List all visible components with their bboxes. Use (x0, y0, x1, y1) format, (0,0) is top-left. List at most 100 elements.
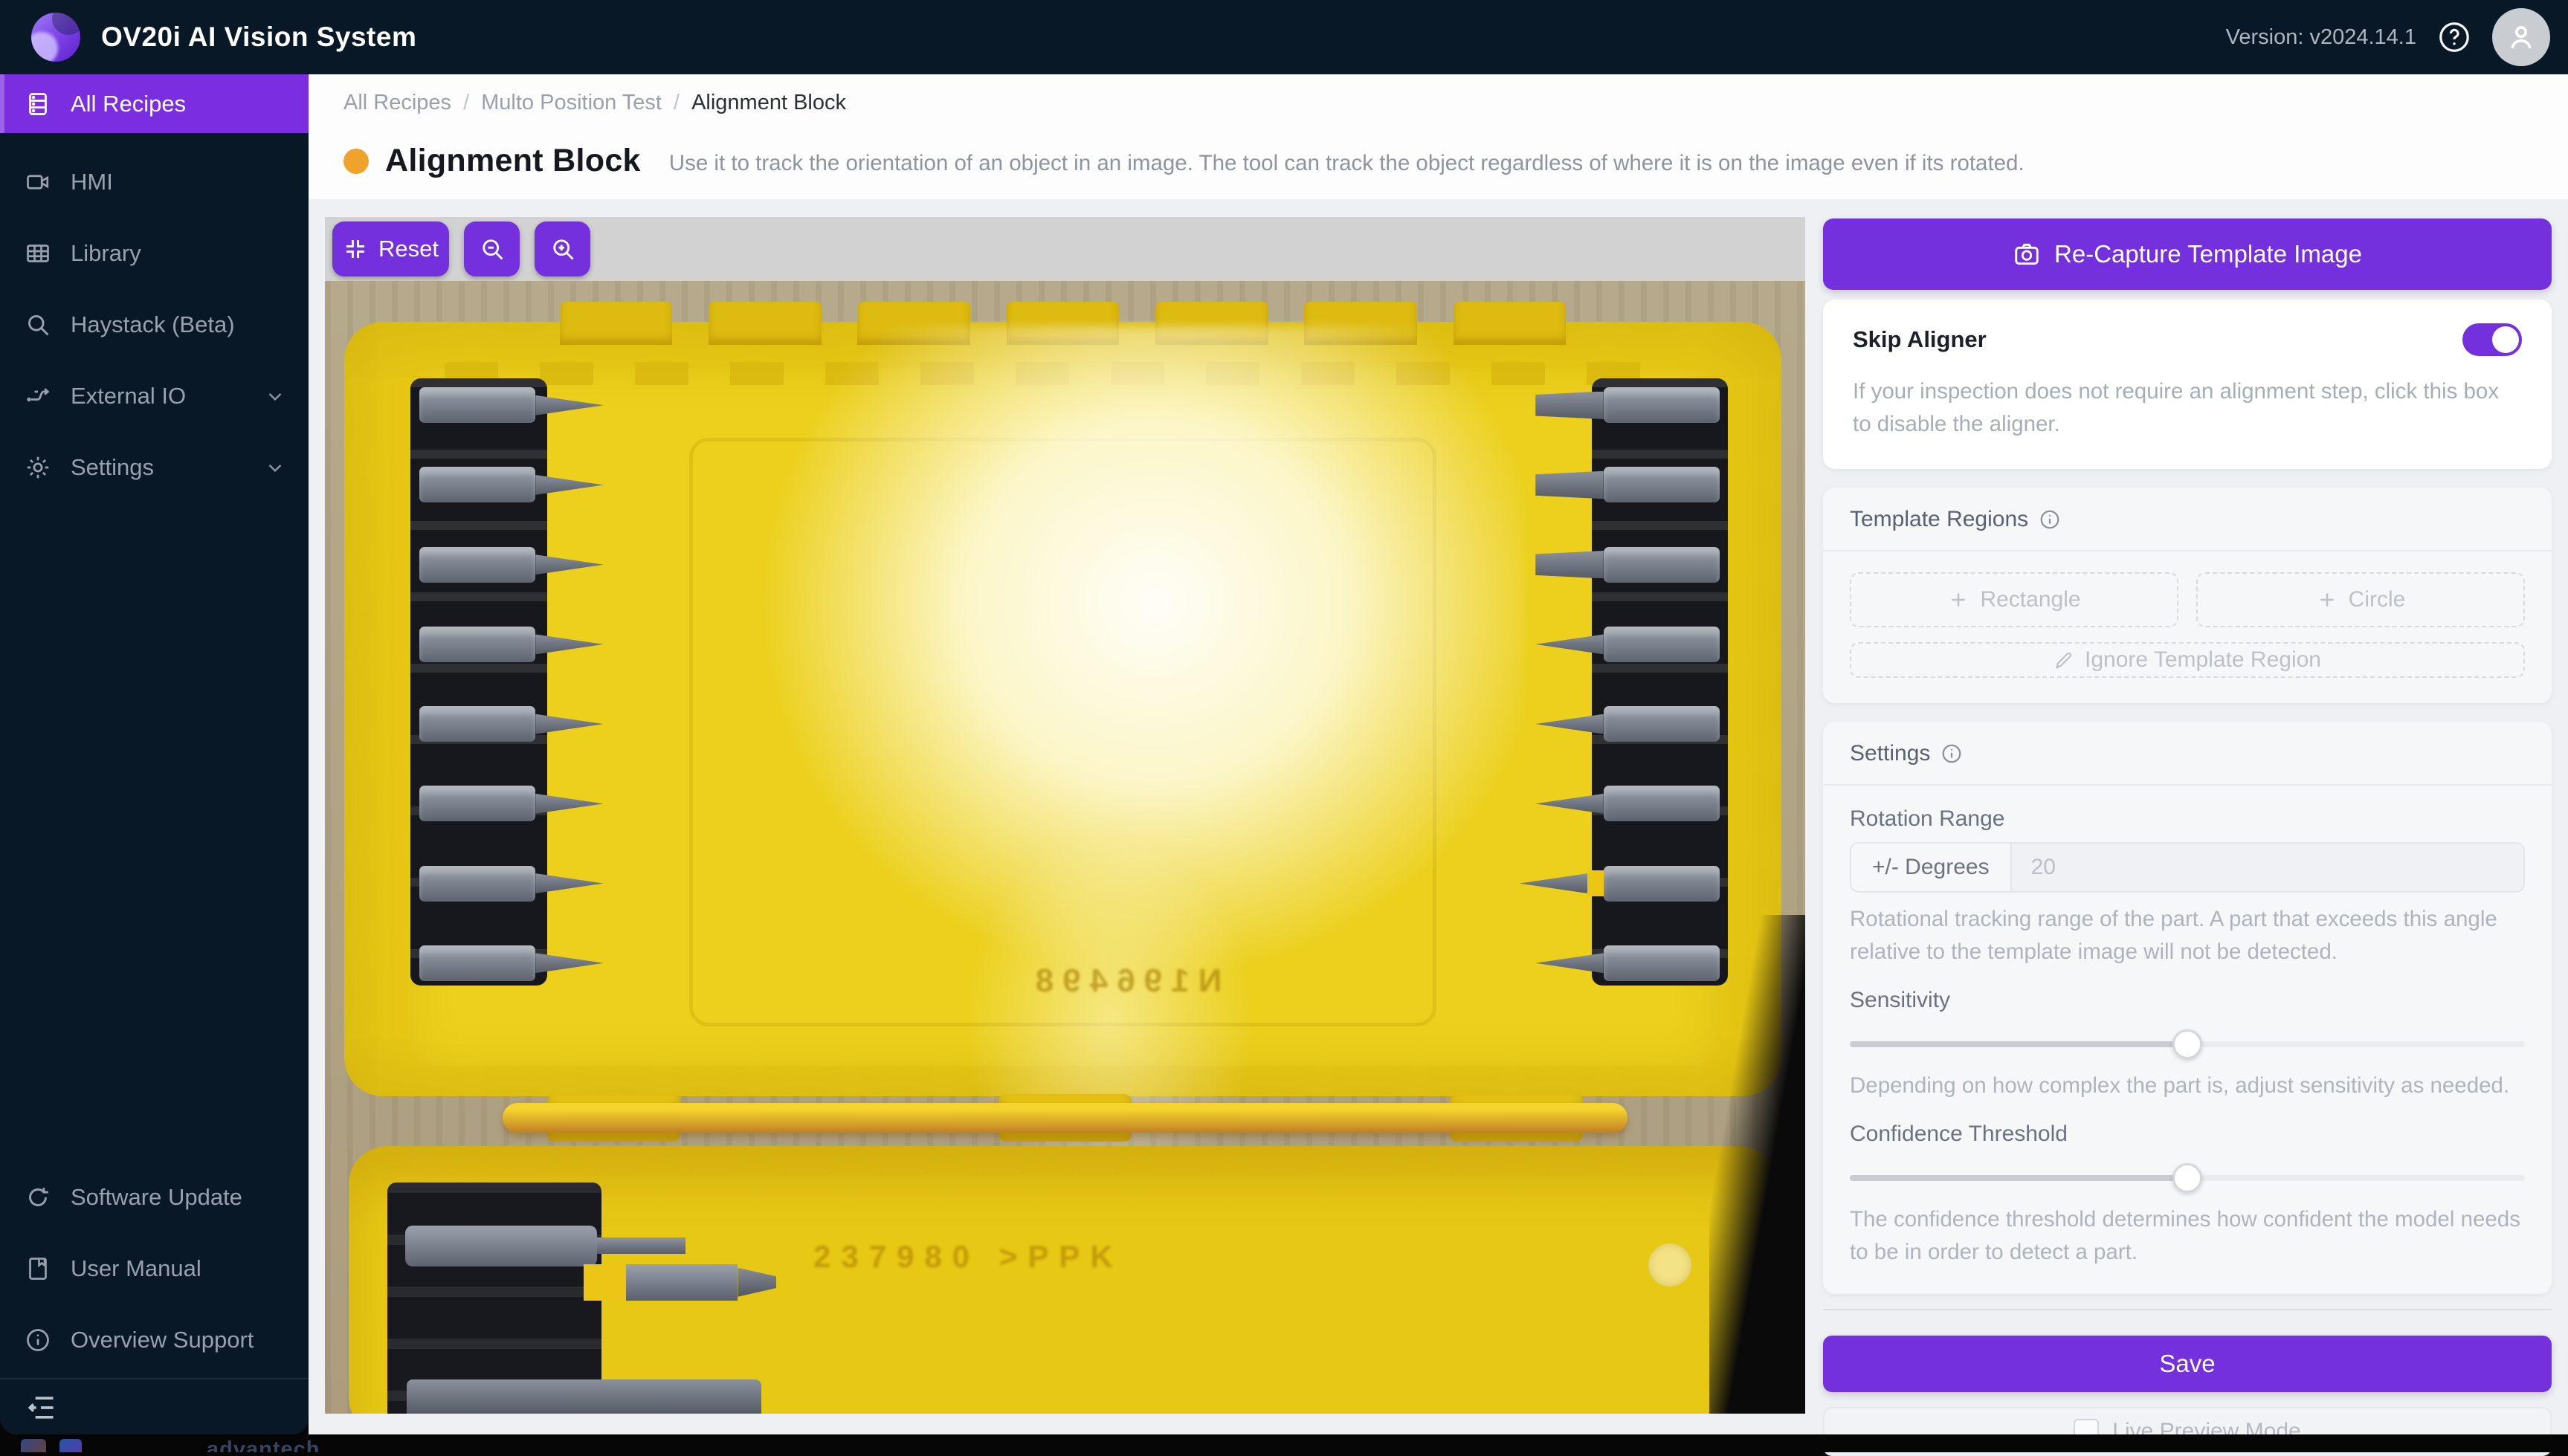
recapture-template-button[interactable]: Re-Capture Template Image (1823, 219, 2552, 290)
advantech-logo-text: advantech (207, 1437, 320, 1452)
avatar[interactable] (2492, 8, 2550, 66)
save-button[interactable]: Save (1823, 1336, 2552, 1392)
sidebar-item-all-recipes[interactable]: All Recipes (0, 74, 309, 133)
socket-adapter-bit (405, 1226, 598, 1266)
drill-bit (419, 547, 619, 583)
pen-icon (2054, 650, 2074, 670)
skip-aligner-toggle[interactable] (2462, 323, 2522, 356)
ignore-template-region-button[interactable]: Ignore Template Region (1850, 642, 2525, 678)
hmi-camera-icon (25, 169, 51, 195)
drill-bit (1520, 387, 1720, 423)
sidebar-item-hmi[interactable]: HMI (0, 146, 309, 218)
sidebar-item-label: User Manual (71, 1255, 201, 1282)
partner-logo-icon (59, 1439, 82, 1453)
help-icon[interactable] (2437, 20, 2471, 54)
drill-bit (419, 786, 619, 821)
drill-bit (1520, 786, 1720, 821)
version-label: Version: v2024.14.1 (2226, 25, 2416, 50)
viewer-toolbar: Reset (325, 217, 1805, 281)
confidence-threshold-label: Confidence Threshold (1850, 1122, 2525, 1147)
chevron-down-icon (264, 456, 286, 479)
drill-bit (1520, 467, 1720, 502)
refresh-icon (25, 1184, 51, 1211)
drill-bit (419, 706, 619, 742)
drill-bit (419, 387, 619, 423)
sidebar-item-haystack[interactable]: Haystack (Beta) (0, 289, 309, 360)
sidebar-item-user-manual[interactable]: User Manual (0, 1233, 309, 1304)
embossed-part-number: N196498 (813, 962, 1435, 1000)
library-grid-icon (25, 240, 51, 267)
sidebar-item-label: Overview Support (71, 1327, 254, 1353)
sidebar-item-label: Library (71, 240, 141, 267)
viewport-bottom-strip: advantech (0, 1434, 2568, 1452)
camera-icon (2013, 240, 2041, 268)
sidebar-item-label: Settings (71, 454, 154, 481)
skip-aligner-label: Skip Aligner (1853, 326, 1987, 353)
drill-bit (1520, 627, 1720, 662)
drill-bit (1520, 945, 1720, 981)
main-content: All Recipes / Multo Position Test / Alig… (309, 74, 2568, 1434)
skip-aligner-description: If your inspection does not require an a… (1853, 375, 2522, 441)
breadcrumb-all-recipes[interactable]: All Recipes (343, 91, 451, 115)
partner-logo-icon (21, 1439, 46, 1453)
recipes-icon (25, 91, 51, 117)
zoom-out-icon (479, 236, 506, 262)
sidebar-item-label: All Recipes (71, 91, 186, 117)
drill-bit (419, 866, 619, 902)
degrees-unit-label: +/- Degrees (1851, 844, 2012, 891)
sidebar-item-overview-support[interactable]: Overview Support (0, 1304, 309, 1376)
drill-bit (1520, 706, 1720, 742)
reset-view-button[interactable]: Reset (332, 221, 449, 276)
plus-icon (2316, 589, 2338, 611)
sensitivity-slider-handle[interactable] (2172, 1029, 2202, 1059)
sidebar-collapse-icon[interactable] (25, 1391, 57, 1424)
info-icon[interactable] (2039, 508, 2061, 531)
skip-aligner-card: Skip Aligner If your inspection does not… (1823, 300, 2552, 469)
gear-icon (25, 454, 51, 481)
sidebar-item-settings[interactable]: Settings (0, 432, 309, 503)
template-regions-card: Template Regions Rectangle (1823, 488, 2552, 703)
template-image-canvas[interactable]: N196498 237980 >PPK (325, 281, 1805, 1414)
template-regions-title: Template Regions (1850, 507, 2028, 532)
zoom-in-button[interactable] (535, 221, 590, 276)
torx-bit-loose (584, 1264, 776, 1301)
sidebar-item-label: Software Update (71, 1184, 242, 1211)
sidebar-item-software-update[interactable]: Software Update (0, 1162, 309, 1233)
toolbox-hinge-rod (503, 1103, 1627, 1133)
chevron-down-icon (264, 385, 286, 407)
info-icon[interactable] (1940, 742, 1963, 765)
embossed-part-number-lower: 237980 >PPK (813, 1239, 1123, 1275)
drill-bit (1520, 866, 1720, 902)
sidebar-item-label: Haystack (Beta) (71, 311, 235, 338)
app-header: OV20i AI Vision System Version: v2024.14… (0, 0, 2568, 74)
rotation-range-description: Rotational tracking range of the part. A… (1850, 903, 2525, 968)
shadow-corner (1709, 915, 1805, 1414)
zoom-out-button[interactable] (464, 221, 520, 276)
book-icon (25, 1255, 51, 1282)
tool-settings-panel: Re-Capture Template Image Skip Aligner I… (1823, 219, 2552, 1456)
drill-bit (1520, 547, 1720, 583)
drill-bit (419, 945, 619, 981)
confidence-threshold-slider-handle[interactable] (2172, 1163, 2202, 1193)
info-icon (25, 1327, 51, 1353)
breadcrumb-current: Alignment Block (691, 91, 846, 115)
page-description: Use it to track the orientation of an ob… (669, 146, 2025, 176)
page-title: Alignment Block (385, 143, 641, 179)
partial-bit (407, 1379, 762, 1414)
app-title: OV20i AI Vision System (101, 0, 416, 74)
sensitivity-slider[interactable] (1850, 1029, 2525, 1059)
breadcrumb-multo-position-test[interactable]: Multo Position Test (481, 91, 662, 115)
rotation-range-value: 20 (2012, 844, 2523, 891)
add-circle-region-button[interactable]: Circle (2196, 572, 2525, 627)
add-rectangle-region-button[interactable]: Rectangle (1850, 572, 2178, 627)
drill-bit (419, 467, 619, 502)
page-header-band: All Recipes / Multo Position Test / Alig… (309, 74, 2568, 199)
rotation-range-input[interactable]: +/- Degrees 20 (1850, 842, 2525, 893)
sidebar-item-library[interactable]: Library (0, 218, 309, 289)
sidebar-item-external-io[interactable]: External IO (0, 360, 309, 432)
tool-status-dot (343, 149, 369, 174)
confidence-threshold-slider[interactable] (1850, 1163, 2525, 1193)
sensitivity-label: Sensitivity (1850, 988, 2525, 1013)
drill-bit (419, 627, 619, 662)
plus-icon (1947, 589, 1969, 611)
